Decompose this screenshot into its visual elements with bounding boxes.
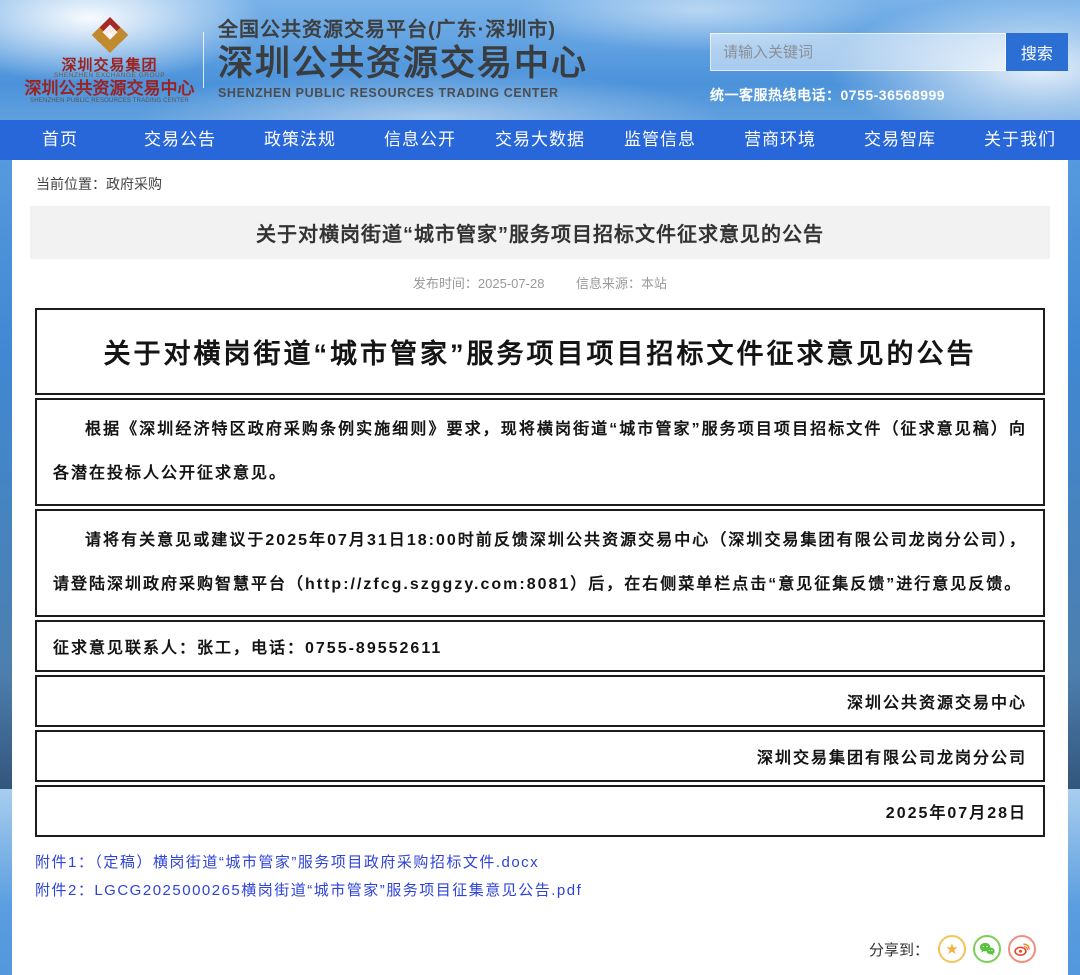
search-button[interactable]: 搜索 xyxy=(1006,33,1068,71)
nav-item-information-disclosure[interactable]: 信息公开 xyxy=(360,120,480,160)
header-divider xyxy=(203,32,204,88)
document-paragraph-2: 请将有关意见或建议于2025年07月31日18:00时前反馈深圳公共资源交易中心… xyxy=(35,509,1045,617)
share-row: 分享到： ★ xyxy=(44,935,1036,963)
document-signature-org2: 深圳交易集团有限公司龙岗分公司 xyxy=(35,730,1045,782)
attachment-link-1[interactable]: 附件1：（定稿）横岗街道“城市管家”服务项目政府采购招标文件.docx xyxy=(35,849,1045,877)
search-input[interactable] xyxy=(710,33,1006,71)
nav-item-trade-bigdata[interactable]: 交易大数据 xyxy=(480,120,600,160)
main-panel: 当前位置：政府采购 关于对横岗街道“城市管家”服务项目招标文件征求意见的公告 发… xyxy=(12,160,1068,975)
share-wechat-icon[interactable] xyxy=(973,935,1001,963)
site-title: 深圳公共资源交易中心 xyxy=(218,44,588,84)
document-title: 关于对横岗街道“城市管家”服务项目项目招标文件征求意见的公告 xyxy=(35,308,1045,395)
publish-time: 发布时间：2025-07-28 xyxy=(413,276,545,291)
attachments-list: 附件1：（定稿）横岗街道“城市管家”服务项目政府采购招标文件.docx 附件2：… xyxy=(35,849,1045,905)
info-source: 信息来源：本站 xyxy=(576,276,667,291)
nav-item-trade-thinktank[interactable]: 交易智库 xyxy=(840,120,960,160)
platform-title: 全国公共资源交易平台(广东·深圳市) xyxy=(218,19,588,42)
nav-item-about-us[interactable]: 关于我们 xyxy=(960,120,1080,160)
page-title-bar: 关于对横岗街道“城市管家”服务项目招标文件征求意见的公告 xyxy=(30,206,1050,259)
share-label: 分享到： xyxy=(869,939,929,960)
page-title: 关于对横岗街道“城市管家”服务项目招标文件征求意见的公告 xyxy=(256,224,824,246)
attachment-link-2[interactable]: 附件2：LGCG2025000265横岗街道“城市管家”服务项目征集意见公告.p… xyxy=(35,877,1045,905)
document-contact-line: 征求意见联系人：张工，电话：0755-89552611 xyxy=(35,620,1045,672)
logo-group-name: 深圳交易集团 xyxy=(22,58,197,74)
document-paragraph-1: 根据《深圳经济特区政府采购条例实施细则》要求，现将横岗街道“城市管家”服务项目项… xyxy=(35,398,1045,506)
document-date: 2025年07月28日 xyxy=(35,785,1045,837)
nav-item-policies[interactable]: 政策法规 xyxy=(240,120,360,160)
site-title-en: SHENZHEN PUBLIC RESOURCES TRADING CENTER xyxy=(218,86,588,100)
article-meta: 发布时间：2025-07-28 信息来源：本站 xyxy=(12,259,1068,300)
announcement-document: 关于对横岗街道“城市管家”服务项目项目招标文件征求意见的公告 根据《深圳经济特区… xyxy=(35,308,1045,837)
exchange-group-logo-icon xyxy=(91,16,129,54)
nav-item-business-environment[interactable]: 营商环境 xyxy=(720,120,840,160)
main-nav: 首页 交易公告 政策法规 信息公开 交易大数据 监管信息 营商环境 交易智库 关… xyxy=(0,120,1080,160)
breadcrumb[interactable]: 当前位置：政府采购 xyxy=(12,160,1068,204)
group-logo[interactable]: 深圳交易集团 SHENZHEN EXCHANGE GROUP 深圳公共资源交易中… xyxy=(22,16,197,105)
nav-item-supervision[interactable]: 监管信息 xyxy=(600,120,720,160)
nav-item-trade-announcements[interactable]: 交易公告 xyxy=(120,120,240,160)
share-qzone-icon[interactable]: ★ xyxy=(938,935,966,963)
site-header: 深圳交易集团 SHENZHEN EXCHANGE GROUP 深圳公共资源交易中… xyxy=(0,0,1080,120)
hotline-text: 统一客服热线电话：0755-36568999 xyxy=(710,85,1068,105)
document-signature-org1: 深圳公共资源交易中心 xyxy=(35,675,1045,727)
nav-item-home[interactable]: 首页 xyxy=(0,120,120,160)
share-weibo-icon[interactable] xyxy=(1008,935,1036,963)
search-zone: 搜索 统一客服热线电话：0755-36568999 xyxy=(710,33,1068,105)
logo-center-name: 深圳公共资源交易中心 xyxy=(22,80,197,98)
site-title-block: 全国公共资源交易平台(广东·深圳市) 深圳公共资源交易中心 SHENZHEN P… xyxy=(218,19,588,101)
logo-center-name-en: SHENZHEN PUBLIC RESOURCES TRADING CENTER xyxy=(22,98,197,104)
